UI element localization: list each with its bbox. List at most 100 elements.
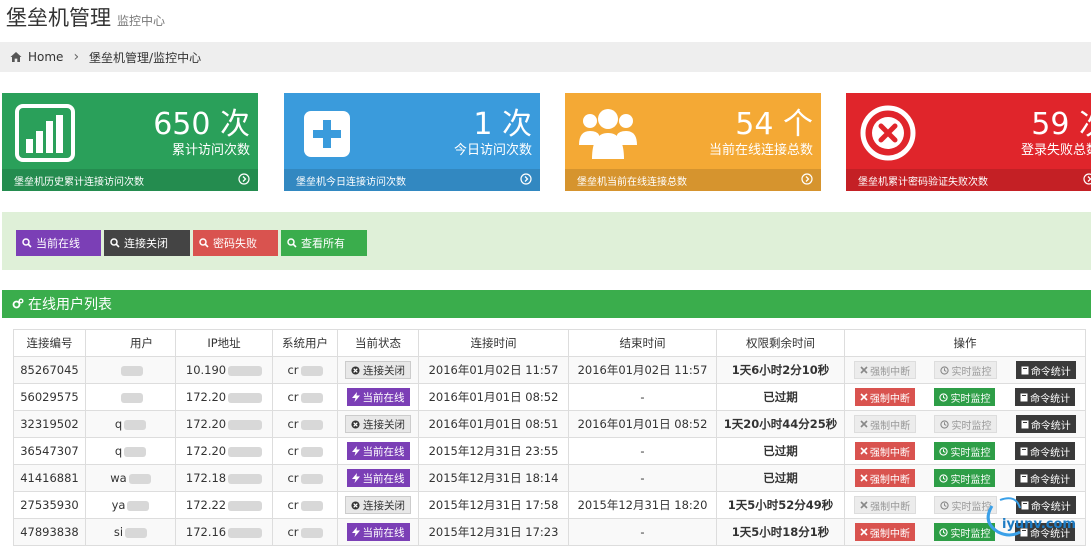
- column-header: 权限剩余时间: [716, 329, 845, 357]
- breadcrumb: Home › 堡垒机管理/监控中心: [0, 42, 1091, 72]
- command-stats-button[interactable]: 命令统计: [1015, 442, 1076, 460]
- filter-bar: 当前在线 连接关闭 密码失败 查看所有: [2, 212, 1091, 270]
- clock-icon: [939, 446, 949, 456]
- cell-end-time: 2016年01月01日 08:52: [568, 410, 717, 438]
- clock-icon: [940, 365, 950, 375]
- redaction-mask: [300, 419, 323, 430]
- stat-card-total-visits: 650 次 累计访问次数 堡垒机历史累计连接访问次数: [2, 93, 258, 191]
- cell-sysuser: cr: [272, 491, 338, 519]
- panel-title: 在线用户列表: [28, 297, 112, 313]
- times-icon: [860, 366, 868, 374]
- redaction-mask: [120, 392, 143, 403]
- stat-footer-link[interactable]: 堡垒机当前在线连接总数: [565, 169, 821, 191]
- panel-header: 在线用户列表: [2, 290, 1091, 318]
- redaction-mask: [228, 527, 263, 538]
- button-label: 实时监控: [951, 366, 992, 378]
- users-icon: [579, 109, 637, 159]
- breadcrumb-current: 堡垒机管理/监控中心: [89, 50, 202, 65]
- force-disconnect-button[interactable]: 强制中断: [854, 388, 915, 406]
- cell-status: 当前在线: [337, 518, 419, 546]
- stat-card-today-visits: 1 次 今日访问次数 堡垒机今日连接访问次数: [284, 93, 540, 191]
- button-label: 命令统计: [1030, 393, 1071, 405]
- search-icon: [199, 238, 209, 248]
- force-disconnect-button[interactable]: 强制中断: [854, 523, 915, 541]
- stat-footer-text: 堡垒机累计密码验证失败次数: [858, 176, 988, 188]
- live-monitor-button[interactable]: 实时监控: [934, 469, 996, 487]
- live-monitor-button[interactable]: 实时监控: [934, 361, 998, 379]
- status-text: 当前在线: [362, 445, 405, 458]
- redaction-mask: [228, 365, 263, 376]
- cell-id: 85267045: [13, 356, 86, 384]
- cell-start-time: 2015年12月31日 23:55: [418, 437, 569, 465]
- cell-user: si: [85, 518, 176, 546]
- user-text: q: [114, 417, 123, 431]
- cell-status: 当前在线: [337, 464, 419, 492]
- filter-password-failed-button[interactable]: 密码失败: [193, 230, 278, 256]
- status-text: 当前在线: [362, 391, 405, 404]
- live-monitor-button[interactable]: 实时监控: [934, 415, 998, 433]
- cell-actions: 强制中断 实时监控 命令统计: [844, 356, 1086, 384]
- column-header: 操作: [844, 329, 1086, 357]
- column-header: 用户: [85, 329, 176, 357]
- ip-text: 172.20: [185, 417, 227, 431]
- cell-actions: 强制中断 实时监控 命令统计: [844, 437, 1086, 465]
- button-label: 实时监控: [950, 393, 991, 405]
- command-stats-button[interactable]: 命令统计: [1015, 361, 1076, 379]
- cell-user: q: [85, 410, 176, 438]
- force-disconnect-button[interactable]: 强制中断: [854, 469, 915, 487]
- status-text: 连接关闭: [363, 364, 405, 377]
- ip-text: 172.16: [185, 525, 227, 539]
- cell-start-time: 2015年12月31日 17:58: [418, 491, 569, 519]
- filter-online-button[interactable]: 当前在线: [16, 230, 101, 256]
- cell-remaining: 已过期: [716, 437, 845, 465]
- filter-closed-button[interactable]: 连接关闭: [104, 230, 190, 256]
- user-text: ya: [111, 498, 126, 512]
- cell-id: 27535930: [13, 491, 86, 519]
- force-disconnect-button[interactable]: 强制中断: [854, 496, 917, 514]
- cell-user: wa: [85, 464, 176, 492]
- sysuser-text: cr: [287, 390, 299, 404]
- bolt-icon: [351, 392, 360, 402]
- redaction-mask: [228, 473, 263, 484]
- force-disconnect-button[interactable]: 强制中断: [854, 442, 915, 460]
- button-label: 强制中断: [869, 447, 910, 459]
- book-icon: [1020, 447, 1028, 455]
- cell-actions: 强制中断 实时监控 命令统计: [844, 410, 1086, 438]
- command-stats-button[interactable]: 命令统计: [1015, 415, 1076, 433]
- redaction-mask: [300, 392, 323, 403]
- stat-card-login-failures: 59 次 登录失败总数 堡垒机累计密码验证失败次数: [846, 93, 1091, 191]
- redaction-mask: [228, 500, 263, 511]
- redaction-mask: [228, 419, 263, 430]
- column-header: 当前状态: [337, 329, 419, 357]
- stat-footer-link[interactable]: 堡垒机今日连接访问次数: [284, 169, 540, 191]
- breadcrumb-home-link[interactable]: Home: [28, 50, 63, 64]
- redaction-mask: [124, 446, 147, 457]
- force-disconnect-button[interactable]: 强制中断: [854, 361, 917, 379]
- times-icon: [860, 447, 868, 455]
- cell-remaining: 已过期: [716, 464, 845, 492]
- cell-status: 连接关闭: [337, 356, 419, 384]
- cell-sysuser: cr: [272, 410, 338, 438]
- command-stats-button[interactable]: 命令统计: [1015, 469, 1076, 487]
- stat-label: 当前在线连接总数: [708, 143, 813, 158]
- table-row: 47893838 si 172.16 cr 当前在线 2015年12月31日 17:23-…: [13, 518, 1086, 546]
- ip-text: 10.190: [185, 363, 227, 377]
- cell-end-time: 2015年12月31日 18:20: [568, 491, 717, 519]
- sysuser-text: cr: [287, 471, 299, 485]
- live-monitor-button[interactable]: 实时监控: [934, 388, 996, 406]
- stat-footer-link[interactable]: 堡垒机累计密码验证失败次数: [846, 169, 1091, 191]
- button-label: 实时监控: [950, 474, 991, 486]
- stat-footer-text: 堡垒机历史累计连接访问次数: [14, 176, 144, 188]
- cell-id: 56029575: [13, 383, 86, 411]
- filter-all-button[interactable]: 查看所有: [281, 230, 367, 256]
- stat-footer-link[interactable]: 堡垒机历史累计连接访问次数: [2, 169, 258, 191]
- status-badge: 当前在线: [346, 442, 410, 460]
- times-icon: [860, 528, 868, 536]
- force-disconnect-button[interactable]: 强制中断: [854, 415, 917, 433]
- cell-status: 连接关闭: [337, 410, 419, 438]
- live-monitor-button[interactable]: 实时监控: [934, 442, 996, 460]
- button-label: 强制中断: [869, 528, 910, 540]
- command-stats-button[interactable]: 命令统计: [1015, 388, 1076, 406]
- status-text: 连接关闭: [363, 418, 405, 431]
- user-text: q: [114, 444, 123, 458]
